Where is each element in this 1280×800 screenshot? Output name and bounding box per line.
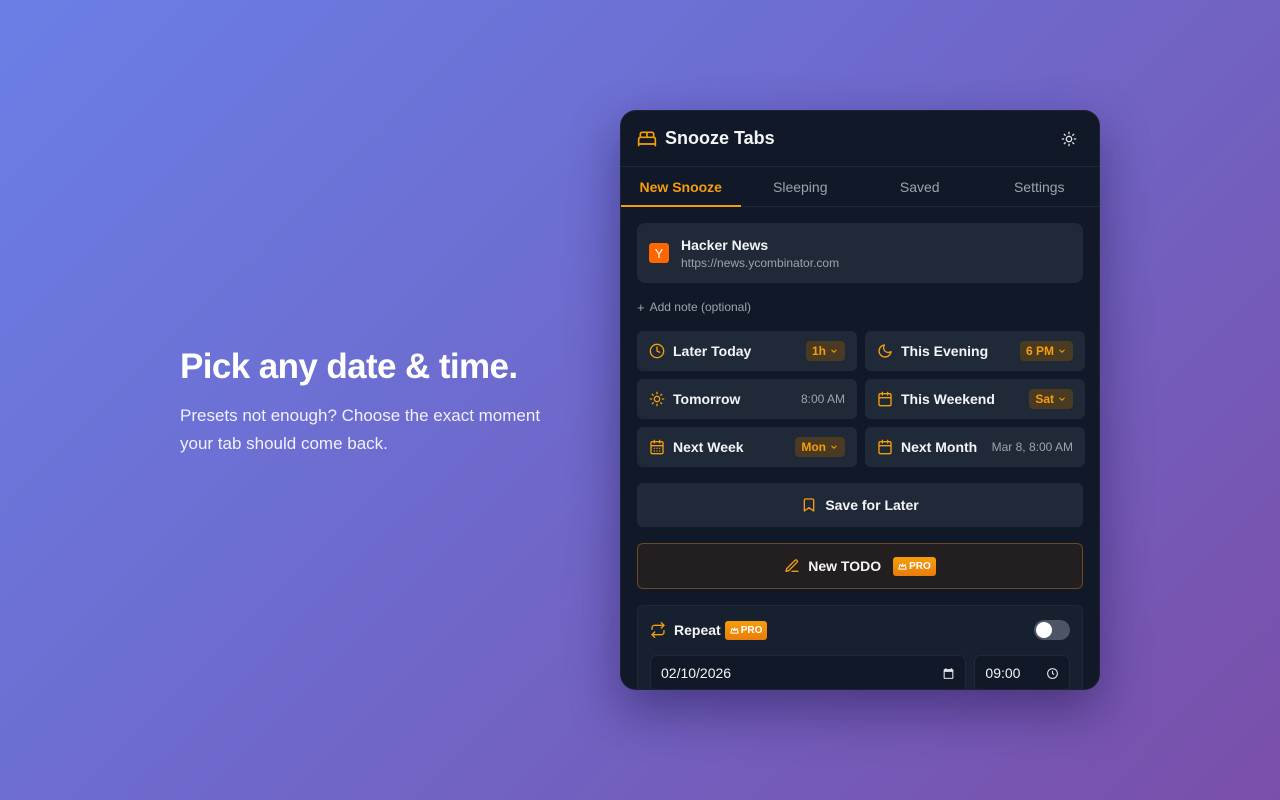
repeat-toggle[interactable]: [1034, 620, 1070, 640]
chevron-down-icon: [1059, 397, 1065, 401]
hero-subtext: Presets not enough? Choose the exact mom…: [180, 406, 541, 453]
calendar-grid-icon: [649, 439, 665, 455]
option-label: This Weekend: [901, 391, 995, 407]
current-tab-card: Y Hacker News https://news.ycombinator.c…: [637, 223, 1083, 283]
new-todo-button[interactable]: New TODO PRO: [637, 543, 1083, 589]
save-for-later-button[interactable]: Save for Later: [637, 483, 1083, 527]
chevron-down-icon: [831, 349, 837, 353]
option-label: Next Month: [901, 439, 978, 455]
next-week-day-dropdown[interactable]: Mon: [795, 437, 845, 457]
repeat-time-input[interactable]: 09:00: [974, 655, 1070, 689]
tab-saved[interactable]: Saved: [860, 167, 980, 206]
chevron-down-icon: [1059, 349, 1065, 353]
snooze-options-grid: Later Today 1h This Evening 6 PM Tomorro…: [637, 331, 1085, 467]
option-next-week[interactable]: Next Week Mon: [637, 427, 857, 467]
add-note-button[interactable]: + Add note (optional): [637, 299, 1083, 315]
repeat-icon: [651, 622, 665, 638]
sun-icon: [649, 391, 665, 407]
option-this-evening[interactable]: This Evening 6 PM: [865, 331, 1085, 371]
option-next-month[interactable]: Next Month Mar 8, 8:00 AM: [865, 427, 1085, 467]
new-todo-label: New TODO: [808, 558, 882, 574]
toggle-knob: [1036, 622, 1052, 638]
moon-icon: [877, 343, 893, 359]
option-tomorrow[interactable]: Tomorrow 8:00 AM: [637, 379, 857, 419]
app-title: Snooze Tabs: [665, 128, 775, 148]
popup-content: Y Hacker News https://news.ycombinator.c…: [621, 207, 1099, 689]
later-today-duration-dropdown[interactable]: 1h: [805, 341, 845, 361]
option-label: This Evening: [901, 343, 989, 359]
option-label: Later Today: [673, 343, 752, 359]
repeat-section: Repeat PRO 02/10/2026 09:00: [637, 605, 1083, 689]
option-label: Tomorrow: [673, 391, 741, 407]
hacker-news-favicon: Y: [649, 243, 669, 263]
this-weekend-day-dropdown[interactable]: Sat: [1029, 389, 1073, 409]
option-later-today[interactable]: Later Today 1h: [637, 331, 857, 371]
bookmark-icon: [803, 498, 815, 512]
clock-icon[interactable]: [1046, 667, 1059, 680]
this-evening-time-dropdown[interactable]: 6 PM: [1019, 341, 1073, 361]
extension-popup: Snooze Tabs New Snooze Sleeping Saved Se…: [620, 110, 1100, 690]
tomorrow-time: 8:00 AM: [800, 392, 845, 406]
sun-icon: [1061, 131, 1077, 146]
pencil-icon: [785, 559, 799, 572]
calendar-icon[interactable]: [942, 667, 955, 680]
calendar-icon: [877, 439, 893, 455]
save-for-later-label: Save for Later: [825, 497, 919, 513]
pro-badge: PRO: [724, 620, 768, 640]
bed-icon: [637, 129, 657, 149]
pro-badge: PRO: [893, 556, 936, 576]
repeat-date-input[interactable]: 02/10/2026: [650, 655, 967, 689]
option-label: Next Week: [673, 439, 744, 455]
crown-icon: [729, 626, 739, 634]
next-month-date: Mar 8, 8:00 AM: [991, 440, 1073, 454]
tab-bar: New Snooze Sleeping Saved Settings: [621, 167, 1099, 207]
popup-header: Snooze Tabs: [621, 111, 1099, 167]
tab-title: Hacker News: [681, 236, 769, 253]
plus-icon: +: [637, 299, 645, 315]
chevron-down-icon: [831, 445, 837, 449]
crown-icon: [898, 562, 907, 570]
tab-new-snooze[interactable]: New Snooze: [621, 167, 741, 207]
repeat-label: Repeat: [674, 622, 721, 638]
clock-icon: [649, 343, 665, 359]
theme-toggle-button[interactable]: [1055, 125, 1083, 153]
tab-settings[interactable]: Settings: [980, 167, 1100, 206]
add-note-label: Add note (optional): [649, 300, 751, 314]
tab-url: https://news.ycombinator.com: [681, 255, 840, 270]
hero-headline: Pick any date & time.: [180, 347, 518, 386]
tab-sleeping[interactable]: Sleeping: [741, 167, 861, 206]
option-this-weekend[interactable]: This Weekend Sat: [865, 379, 1085, 419]
calendar-icon: [877, 391, 893, 407]
hero-section: Pick any date & time. Presets not enough…: [180, 346, 570, 458]
